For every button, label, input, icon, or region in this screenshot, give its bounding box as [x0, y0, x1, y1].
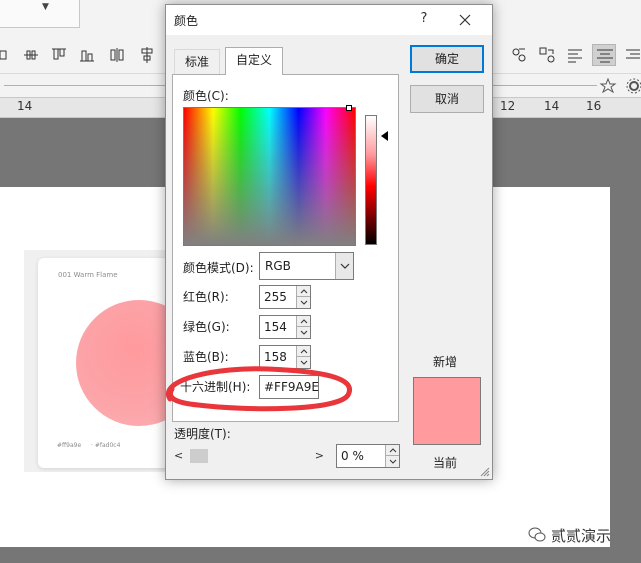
resize-grip-icon[interactable] [480, 467, 490, 477]
align-left-text-icon[interactable] [566, 46, 584, 64]
green-label: 绿色(G): [183, 320, 230, 334]
green-up-button[interactable] [296, 316, 310, 327]
help-button[interactable]: ? [416, 11, 432, 27]
red-up-button[interactable] [296, 286, 310, 297]
color-dialog: 颜色 ? 标准 自定义 颜色(C): 颜色模式(D): RGB 红色(R): 2… [165, 4, 493, 480]
chevron-up-icon [389, 448, 397, 453]
align-center-text-icon[interactable] [592, 44, 616, 66]
card-title: 001 Warm Flame [58, 271, 118, 279]
color-mode-label: 颜色模式(D): [183, 261, 254, 275]
watermark: 贰贰演示 [527, 523, 611, 547]
color-mode-select[interactable]: RGB [259, 252, 354, 280]
luminance-slider[interactable] [365, 115, 377, 245]
red-label: 红色(R): [183, 290, 229, 304]
chevron-up-icon [300, 289, 308, 294]
transparency-label: 透明度(T): [174, 427, 231, 441]
gear-icon[interactable] [624, 76, 641, 96]
distribute-vertical-icon[interactable] [22, 46, 40, 64]
smartart-icon[interactable] [510, 46, 528, 64]
green-input[interactable]: 154 [259, 315, 311, 339]
color-mode-dropdown-button[interactable] [335, 253, 353, 279]
new-color-label: 新增 [433, 355, 458, 369]
ok-button[interactable]: 确定 [410, 45, 484, 73]
ruler-number: 14 [17, 99, 33, 113]
distribute-horizontal-icon[interactable] [108, 46, 126, 64]
color-mode-value: RGB [265, 259, 291, 273]
red-down-button[interactable] [296, 297, 310, 308]
ruler-number: 12 [500, 99, 516, 113]
transparency-input[interactable]: 0 % [336, 444, 400, 468]
annotation-circle [166, 366, 352, 412]
luminance-arrow-icon[interactable] [381, 131, 388, 141]
ruler-number: 14 [544, 99, 560, 113]
transparency-up-button[interactable] [385, 445, 399, 456]
ruler-number: 16 [586, 99, 602, 113]
colors-label: 颜色(C): [183, 89, 229, 103]
chevron-up-icon [300, 319, 308, 324]
transparency-thumb[interactable] [190, 449, 208, 463]
swatch-label-text: #fad0c4 [94, 442, 121, 449]
chevron-down-icon [300, 330, 308, 335]
dialog-title: 颜色 [174, 14, 199, 28]
designer-icon[interactable] [598, 76, 618, 96]
red-input[interactable]: 255 [259, 285, 311, 309]
convert-smartart-icon[interactable] [538, 46, 556, 64]
red-value[interactable]: 255 [264, 290, 287, 304]
green-down-button[interactable] [296, 327, 310, 338]
align-top-icon[interactable] [50, 46, 68, 64]
spectrum-crosshair[interactable] [346, 105, 352, 111]
chevron-down-icon [340, 263, 350, 269]
chevron-right-icon[interactable]: > [315, 449, 324, 462]
align-icon[interactable] [0, 46, 18, 64]
chevron-down-icon [300, 300, 308, 305]
transparency-down-button[interactable] [385, 456, 399, 467]
transparency-slider[interactable]: < > [172, 445, 326, 467]
align-center-icon[interactable] [138, 46, 156, 64]
watermark-text: 贰贰演示 [551, 526, 612, 545]
green-value[interactable]: 154 [264, 320, 287, 334]
chevron-down-icon[interactable]: ▼ [42, 2, 49, 12]
color-preview [413, 377, 481, 445]
color-spectrum-picker[interactable] [183, 107, 356, 246]
swatch-label: #ff9a9e [57, 442, 82, 449]
swatch-label: · #fad0c4 [91, 442, 121, 449]
cancel-button[interactable]: 取消 [410, 85, 484, 113]
font-name-box[interactable]: ▼ [0, 0, 80, 28]
align-right-text-icon[interactable] [624, 46, 641, 64]
chevron-up-icon [300, 349, 308, 354]
close-button[interactable] [456, 11, 474, 29]
transparency-value[interactable]: 0 % [341, 449, 364, 463]
wechat-icon [528, 527, 546, 542]
current-color-label: 当前 [433, 456, 458, 470]
tab-custom[interactable]: 自定义 [225, 47, 284, 75]
dialog-titlebar[interactable]: 颜色 ? [166, 5, 492, 35]
tab-standard[interactable]: 标准 [174, 49, 221, 75]
chevron-down-icon [389, 459, 397, 464]
align-bottom-icon[interactable] [78, 46, 96, 64]
close-icon [459, 14, 471, 26]
blue-up-button[interactable] [296, 346, 310, 357]
chevron-left-icon[interactable]: < [174, 449, 183, 462]
